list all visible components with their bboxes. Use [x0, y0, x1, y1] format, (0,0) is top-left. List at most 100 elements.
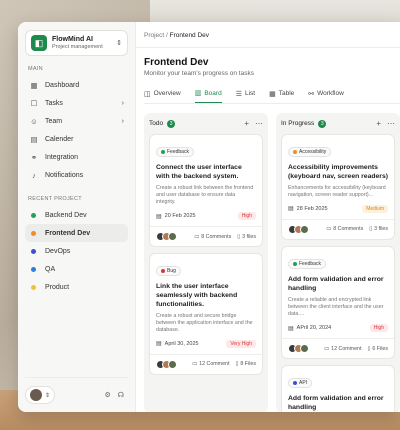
headset-icon[interactable]: ☊	[118, 391, 124, 399]
tag-label: API	[299, 380, 308, 387]
page-title: Frontend Dev	[144, 57, 209, 68]
main-content: Project / Frontend Dev Frontend Dev Moni…	[136, 22, 400, 412]
more-icon[interactable]: ⋯	[387, 119, 395, 128]
sidebar-item-notifications[interactable]: ♪ Notifications	[25, 166, 128, 184]
project-item[interactable]: DevOps	[25, 242, 128, 260]
tab-workflow[interactable]: ⚯ Workflow	[308, 89, 343, 103]
sidebar-item-team[interactable]: ☺ Team ›	[25, 112, 128, 130]
task-footer: ▭ 8 Comments ▯ 3 files	[288, 224, 388, 234]
file-icon: ▯	[369, 226, 373, 233]
project-list: Backend Dev Frontend Dev DevOps QA Product	[25, 206, 128, 296]
task-footer: ▭ 8 Comments ▯ 3 files	[156, 232, 256, 242]
task-card[interactable]: Feedback Connect the user interface with …	[149, 134, 263, 248]
task-description: Create a robust link between the fronten…	[156, 184, 254, 205]
file-icon: ▯	[367, 345, 371, 352]
files-label: 3 files	[242, 233, 256, 240]
sidebar-item-label: Calender	[45, 135, 74, 143]
settings-icon[interactable]: ⚙	[105, 391, 111, 399]
comments-count[interactable]: ▭ 8 Comments	[194, 234, 231, 240]
files-count[interactable]: ▯ 6 Files	[367, 346, 388, 352]
nav-list: ▦ Dashboard ☐ Tasks › ☺ Team › ▤ Calender ⚭ Integra…	[25, 76, 128, 184]
comment-icon: ▭	[324, 345, 330, 352]
project-item[interactable]: QA	[25, 260, 128, 278]
add-icon[interactable]: +	[244, 119, 249, 128]
workspace-switcher[interactable]: ◧ FlowMind AI Project management ⇕	[25, 30, 128, 56]
comments-count[interactable]: ▭ 12 Comment	[192, 361, 229, 367]
comments-count[interactable]: ▭ 12 Comment	[324, 346, 361, 352]
calendar-icon: ▤	[156, 341, 162, 348]
chevron-right-icon: ›	[121, 99, 124, 107]
project-color-dot	[31, 230, 36, 236]
task-title: Add form validation and error handling	[288, 275, 384, 292]
calendar-icon: ▤	[156, 213, 162, 220]
column-title: In Progress	[281, 120, 315, 127]
files-count[interactable]: ▯ 8 Files	[235, 361, 256, 367]
app-window: ◧ FlowMind AI Project management ⇕ MAIN …	[18, 22, 400, 412]
column-count-badge: 3	[318, 119, 327, 128]
user-menu[interactable]: ⇕	[25, 386, 56, 404]
overview-icon: ◫	[144, 90, 151, 98]
board-icon: ▥	[194, 90, 202, 97]
sidebar-item-label: Dashboard	[45, 81, 80, 89]
assignee-avatars	[288, 344, 309, 354]
project-item[interactable]: Backend Dev	[25, 206, 128, 224]
project-label: Frontend Dev	[45, 229, 91, 237]
task-date: 28 Feb 2025	[296, 205, 328, 212]
tab-table[interactable]: ▦ Table	[269, 89, 294, 103]
project-item[interactable]: Product	[25, 278, 128, 296]
sidebar-footer: ⇕ ⚙ ☊	[25, 377, 128, 404]
calendar-icon: ▤	[288, 325, 294, 332]
task-card[interactable]: Bug Link the user interface seamlessly wi…	[149, 253, 263, 375]
column-header: Todo 3 + ⋯	[149, 119, 263, 128]
add-icon[interactable]: +	[376, 119, 381, 128]
tab-label: Workflow	[317, 90, 344, 97]
column-header: In Progress 3 + ⋯	[281, 119, 395, 128]
file-icon: ▯	[237, 233, 241, 240]
task-date: APril 20, 2024	[296, 325, 332, 332]
board-column: Todo 3 + ⋯ Feedback Connect the user interfac…	[144, 113, 268, 412]
avatar	[300, 224, 309, 234]
task-title: Link the user interface seamlessly with …	[156, 283, 238, 308]
board-column: In Progress 3 + ⋯ Accessibility Accessibility…	[276, 113, 400, 412]
task-card[interactable]: Accessibility Accessibility improvements …	[281, 134, 395, 240]
dashboard-icon: ▦	[30, 80, 38, 90]
tag-label: Feedback	[167, 149, 189, 155]
kanban-board: Todo 3 + ⋯ Feedback Connect the user interfac…	[144, 113, 400, 412]
bell-icon: ♪	[32, 170, 36, 180]
sidebar-item-label: Team	[45, 117, 63, 125]
tab-list[interactable]: ☰ List	[236, 89, 255, 103]
file-icon: ▯	[235, 361, 239, 368]
task-card[interactable]: Feedback Add form validation and error ha…	[281, 245, 395, 360]
task-tag: Feedback	[288, 258, 326, 269]
comment-icon: ▭	[194, 233, 200, 240]
workspace-subtitle: Project management	[52, 43, 103, 50]
comments-label: 12 Comment	[331, 345, 362, 352]
comment-icon: ▭	[326, 226, 332, 233]
task-description: Create a robust and secure bridge betwee…	[156, 312, 253, 333]
sidebar-item-integration[interactable]: ⚭ Integration	[25, 148, 128, 166]
avatar	[168, 359, 177, 369]
breadcrumb-root[interactable]: Project	[144, 32, 164, 39]
task-meta: ▤ 28 Feb 2025 Medium	[288, 204, 388, 213]
more-icon[interactable]: ⋯	[255, 119, 263, 128]
table-icon: ▦	[269, 90, 276, 98]
tab-label: Overview	[153, 90, 181, 97]
project-label: QA	[45, 265, 56, 273]
task-card[interactable]: API Add form validation and error handlin…	[281, 365, 395, 412]
comments-count[interactable]: ▭ 8 Comments	[326, 226, 363, 232]
task-tag: Accessibility	[288, 147, 332, 157]
files-count[interactable]: ▯ 3 files	[369, 226, 388, 232]
files-count[interactable]: ▯ 3 files	[237, 234, 256, 240]
tab-overview[interactable]: ◫ Overview	[144, 89, 181, 103]
project-item[interactable]: Frontend Dev	[25, 224, 128, 242]
task-title: Add form validation and error handling	[288, 395, 384, 411]
workspace-name: FlowMind AI	[52, 36, 93, 44]
sidebar-item-tasks[interactable]: ☐ Tasks ›	[25, 94, 128, 112]
comments-label: 12 Comment	[199, 361, 230, 368]
tab-label: Board	[204, 89, 222, 97]
column-count-badge: 3	[167, 119, 176, 128]
sidebar-item-dashboard[interactable]: ▦ Dashboard	[25, 76, 128, 94]
sidebar-item-calender[interactable]: ▤ Calender	[25, 130, 128, 148]
chevron-updown-icon: ⇕	[45, 392, 51, 399]
tab-board[interactable]: ▥ Board	[194, 89, 222, 103]
